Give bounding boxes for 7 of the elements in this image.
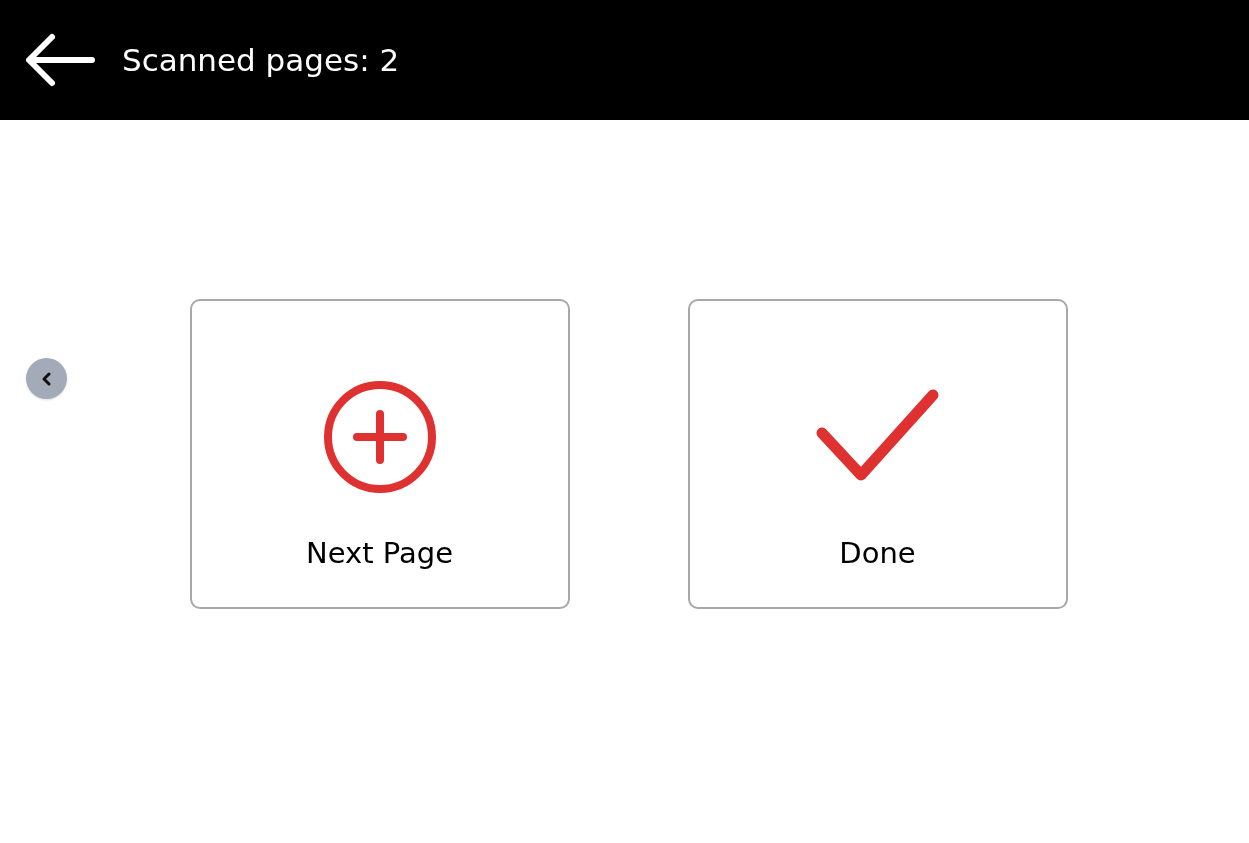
- action-card[interactable]: Done: [687, 299, 1068, 609]
- action-card[interactable]: Next Page: [189, 299, 570, 609]
- back-arrow-icon: [24, 32, 96, 88]
- plus-circle-icon: [322, 380, 437, 494]
- chevron-left-icon: [40, 371, 53, 386]
- page-title: Scanned pages: 2: [122, 40, 400, 80]
- collapse-button[interactable]: [26, 358, 67, 399]
